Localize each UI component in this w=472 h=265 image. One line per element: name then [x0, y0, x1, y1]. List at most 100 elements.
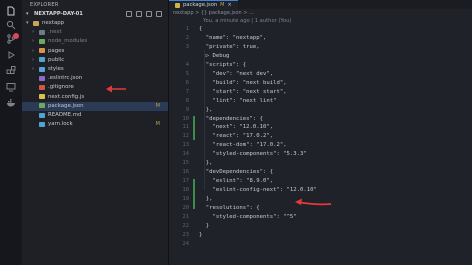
tree-file[interactable]: yarn.lock M — [22, 120, 168, 129]
line-number: 19 — [182, 196, 190, 203]
tree-item-label: package.json — [48, 102, 84, 109]
tree-folder[interactable]: › .next — [22, 28, 168, 37]
line-number: 20 — [182, 205, 190, 211]
tree-folder[interactable]: › public — [22, 56, 168, 65]
folder-icon — [33, 20, 39, 26]
line-number: 16 — [182, 169, 190, 176]
tree-item-label: .gitignore — [48, 84, 74, 91]
new-file-icon[interactable] — [126, 11, 132, 17]
editor-area: package.json M × nextapp > {} package.js… — [169, 0, 472, 265]
line-number: 4 — [185, 61, 189, 68]
collapse-all-icon[interactable] — [156, 11, 162, 17]
code-line: "start": "next start", — [199, 88, 287, 95]
file-icon — [39, 94, 45, 100]
tree-file[interactable]: next.config.js — [22, 93, 168, 102]
tree-file[interactable]: package.json M — [22, 101, 168, 111]
debug-codelens[interactable]: ▷ Debug — [199, 53, 230, 59]
line-number: 5 — [185, 70, 189, 77]
search-icon[interactable] — [6, 20, 16, 30]
run-debug-icon[interactable] — [6, 50, 16, 60]
code-line: "dependencies": { — [199, 115, 263, 122]
files-icon[interactable] — [6, 6, 16, 16]
git-blame-codelens[interactable]: You, a minute ago | 1 author (You) — [203, 18, 291, 24]
tree-item-label: nextapp — [42, 20, 65, 26]
file-icon — [39, 112, 45, 118]
code-line: }, — [199, 196, 213, 203]
close-icon[interactable]: × — [227, 2, 231, 8]
code-line: "dev": "next dev", — [199, 70, 274, 77]
chevron-right-icon: › — [32, 66, 34, 72]
tree-folder[interactable]: › pages — [22, 47, 168, 56]
line-number: 2 — [185, 34, 189, 41]
line-number: 1 — [185, 26, 189, 32]
tree-item-label: styles — [48, 66, 64, 72]
explorer-toolbar — [126, 11, 162, 17]
line-number: 22 — [182, 222, 190, 229]
code-line: "eslint": "8.9.0", — [199, 178, 274, 185]
tree-folder[interactable]: › node_modules — [22, 37, 168, 46]
line-number: 12 — [182, 133, 190, 140]
line-number: 11 — [182, 124, 190, 131]
code-line: { — [199, 26, 203, 32]
file-icon — [39, 103, 45, 109]
code-line: "eslint-config-next": "12.0.10" — [199, 187, 317, 194]
code-line: }, — [199, 160, 213, 167]
workspace-header[interactable]: ▾ NEXTAPP-DAY-01 — [22, 10, 168, 19]
line-number: 15 — [182, 160, 190, 167]
chevron-right-icon: › — [32, 38, 34, 45]
code-line: "devDependencies": { — [199, 169, 274, 176]
workspace-name: NEXTAPP-DAY-01 — [34, 11, 83, 17]
line-number: 24 — [182, 240, 190, 247]
code-line: "next": "12.0.10", — [199, 124, 274, 131]
line-number: 6 — [185, 79, 189, 86]
tree-folder[interactable]: ▾ nextapp — [22, 19, 168, 28]
tree-item-label: node_modules — [48, 38, 88, 45]
line-number: 8 — [185, 97, 189, 104]
annotation-arrow — [293, 196, 333, 210]
activity-bar — [0, 0, 22, 265]
code-line: "react": "17.0.2", — [199, 133, 274, 140]
line-number: 23 — [182, 231, 190, 238]
tree-folder[interactable]: › styles — [22, 65, 168, 74]
docker-icon[interactable] — [6, 98, 16, 108]
code-line: "scripts": { — [199, 61, 247, 68]
line-number: 17 — [182, 178, 190, 185]
git-modified-badge: M — [155, 121, 160, 128]
code-line: "styled-components": "5.3.3" — [199, 151, 307, 158]
breadcrumb[interactable]: nextapp > {} package.json > ... — [173, 10, 254, 16]
vscode-window: EXPLORER ▾ NEXTAPP-DAY-01 ▾ nextapp › .next… — [0, 0, 472, 265]
refresh-icon[interactable] — [146, 11, 152, 17]
folder-icon — [39, 38, 45, 44]
file-icon — [39, 121, 45, 127]
git-added-gutter — [193, 179, 195, 209]
tree-file[interactable]: README.md — [22, 111, 168, 120]
folder-icon — [39, 66, 45, 72]
git-modified-badge: M — [155, 102, 160, 109]
tree-item-label: .eslintrc.json — [48, 75, 83, 82]
line-number: 21 — [182, 213, 190, 220]
extensions-icon[interactable] — [6, 66, 16, 76]
remote-explorer-icon[interactable] — [6, 82, 16, 92]
folder-icon — [39, 29, 45, 35]
source-control-badge — [13, 33, 19, 39]
tab-label: package.json — [183, 2, 218, 8]
line-number: 9 — [185, 106, 189, 113]
chevron-down-icon: ▾ — [26, 11, 29, 17]
line-number: 10 — [182, 115, 190, 122]
tree-file[interactable]: .gitignore — [22, 83, 168, 92]
tree-item-label: README.md — [48, 112, 82, 118]
code-line: }, — [199, 106, 213, 113]
folder-icon — [39, 57, 45, 63]
tab-bar: package.json M × — [169, 0, 472, 9]
file-icon — [39, 84, 45, 90]
tree-item-label: public — [48, 56, 65, 63]
code-line: } — [199, 222, 210, 229]
line-number: 7 — [185, 88, 189, 95]
tab-package-json[interactable]: package.json M × — [169, 0, 238, 9]
code-line: } — [199, 231, 203, 238]
line-number: 13 — [182, 142, 190, 149]
code-line: "styled-components": "^5" — [199, 213, 297, 220]
new-folder-icon[interactable] — [136, 11, 142, 17]
tree-file[interactable]: .eslintrc.json — [22, 74, 168, 83]
code-line: "react-dom": "17.0.2", — [199, 142, 287, 149]
